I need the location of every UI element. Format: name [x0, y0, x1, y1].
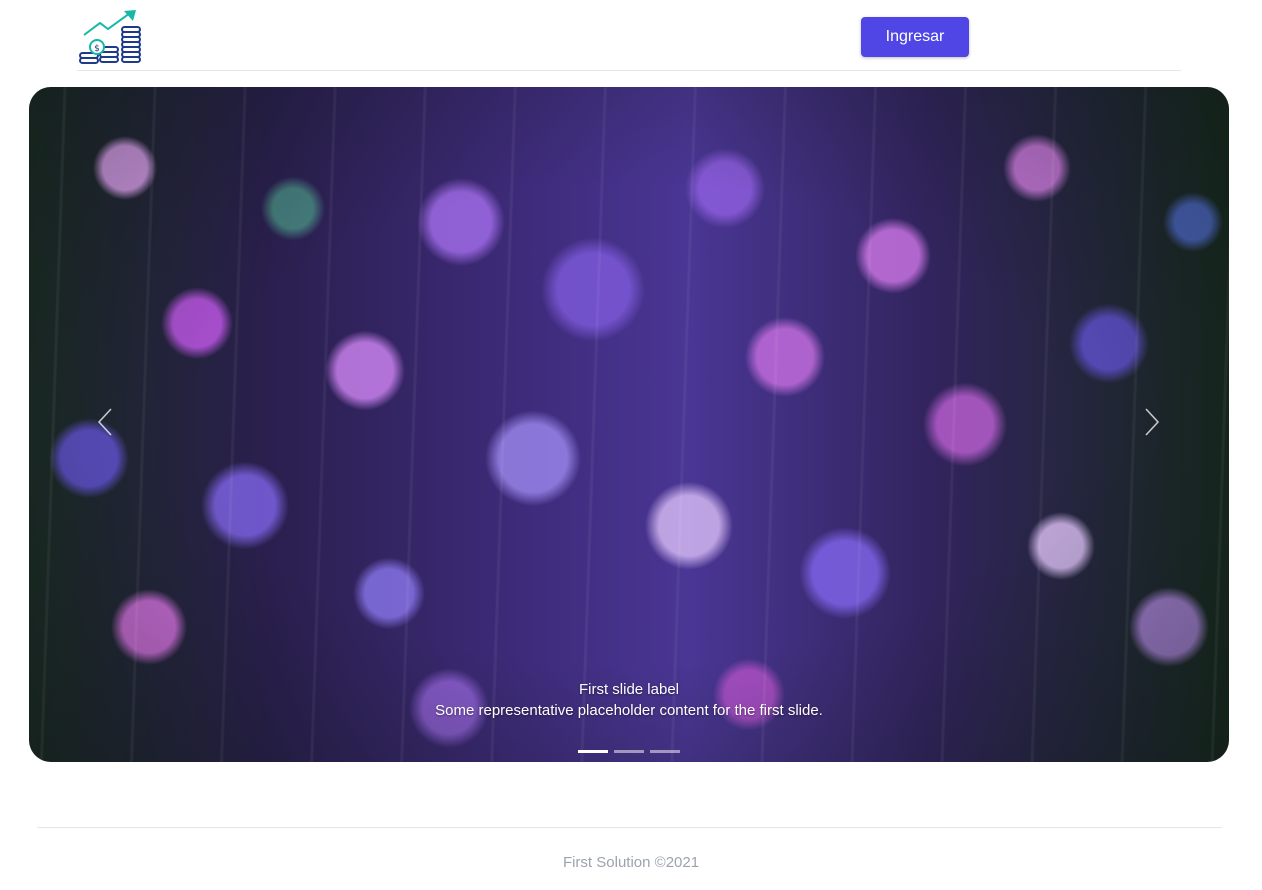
- slide-caption: First slide label Some representative pl…: [29, 680, 1229, 721]
- carousel-indicator-3[interactable]: [650, 750, 680, 753]
- carousel-next-button[interactable]: [1122, 387, 1182, 462]
- carousel-indicators: [578, 750, 680, 754]
- coins-growth-logo-icon[interactable]: $: [78, 9, 142, 65]
- slide-text: Some representative placeholder content …: [435, 702, 823, 719]
- slide-title: First slide label: [578, 681, 680, 698]
- chevron-right-icon: [1144, 407, 1160, 442]
- hero-carousel: First slide label Some representative pl…: [29, 87, 1229, 762]
- carousel-indicator-1[interactable]: [578, 750, 608, 753]
- carousel-indicator-2[interactable]: [614, 750, 644, 753]
- chevron-left-icon: [97, 407, 113, 442]
- carousel-prev-button[interactable]: [75, 387, 135, 462]
- svg-text:$: $: [94, 44, 100, 54]
- login-button[interactable]: Ingresar: [861, 17, 969, 57]
- site-header: $ Ingresar: [77, 0, 1181, 71]
- footer-copyright: First Solution ©2021: [562, 854, 700, 871]
- page: $ Ingresar First slide label Some repres…: [0, 0, 1262, 890]
- footer-divider: [37, 827, 1222, 828]
